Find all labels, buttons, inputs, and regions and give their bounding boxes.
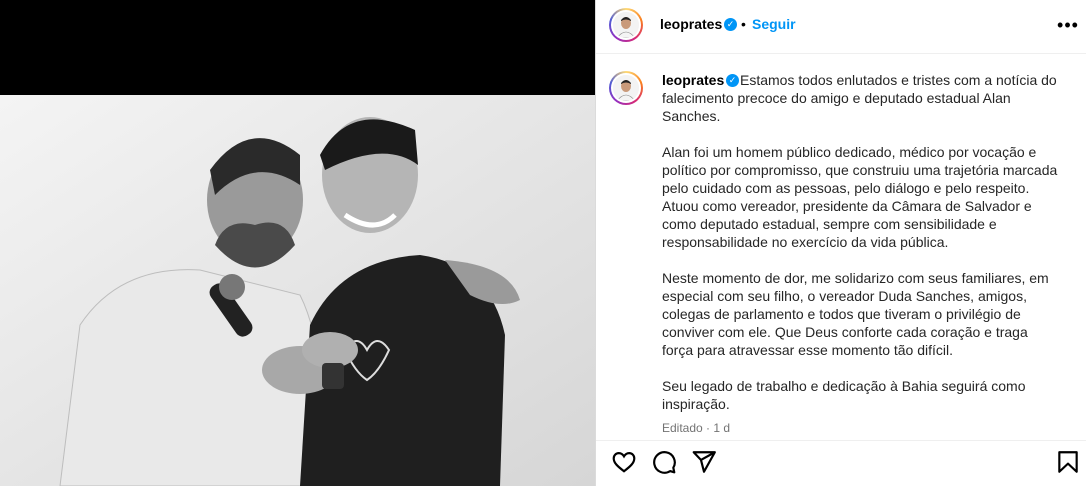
author-avatar[interactable] [609, 8, 643, 42]
post-caption: Estamos todos enlutados e tristes com a … [662, 71, 1058, 431]
avatar-image [613, 12, 639, 38]
more-options-icon[interactable]: ••• [1056, 14, 1080, 38]
post-media[interactable] [0, 0, 595, 486]
header-username[interactable]: leoprates [660, 16, 722, 32]
caption-author-avatar[interactable] [609, 71, 643, 105]
post-meta[interactable]: Editado · 1 d [662, 421, 730, 435]
caption-paragraph: Alan foi um homem público dedicado, médi… [662, 144, 1058, 250]
post-photo [0, 95, 595, 486]
caption-paragraph: Neste momento de dor, me solidarizo com … [662, 270, 1049, 358]
avatar-image [613, 75, 639, 101]
caption-paragraph: Seu legado de trabalho e dedicação à Bah… [662, 378, 1026, 412]
follow-button[interactable]: Seguir [752, 16, 796, 32]
bookmark-icon[interactable] [1055, 449, 1081, 475]
post-header: leoprates ✓ • Seguir ••• [596, 0, 1086, 54]
photo-illustration [0, 95, 595, 486]
post-side-panel: leoprates ✓ • Seguir ••• leoprates ✓ Est… [595, 0, 1086, 486]
header-separator: • [741, 16, 746, 32]
comment-icon[interactable] [651, 449, 677, 475]
caption-paragraph: Estamos todos enlutados e tristes com a … [662, 72, 1057, 124]
heart-icon[interactable] [611, 449, 637, 475]
action-bar [596, 440, 1086, 486]
verified-badge-icon: ✓ [724, 18, 737, 31]
paper-plane-icon[interactable] [691, 449, 717, 475]
